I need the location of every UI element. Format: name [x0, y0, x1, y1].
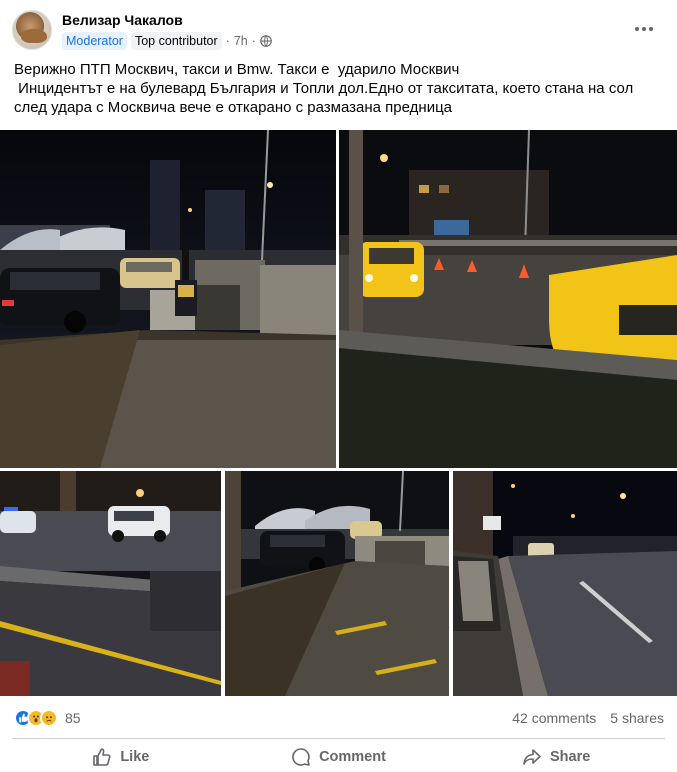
photo-3[interactable] [0, 471, 221, 696]
photo-1[interactable] [0, 130, 336, 468]
photo-gallery [0, 130, 677, 696]
actions-divider [12, 738, 665, 739]
post-meta: Moderator Top contributor · 7h · [62, 31, 272, 51]
post-body-text: Верижно ПТП Москвич, такси и Bmw. Такси … [14, 61, 634, 116]
thumbs-up-icon [93, 748, 111, 766]
moderator-badge[interactable]: Moderator [62, 32, 127, 50]
author-avatar[interactable] [12, 10, 52, 50]
reactions-count[interactable]: 85 [65, 710, 81, 726]
comment-button[interactable]: Comment [230, 742, 448, 772]
reactions-bar: 85 42 comments 5 shares [14, 706, 664, 730]
like-label: Like [120, 749, 150, 765]
post-header: Велизар Чакалов Moderator Top contributo… [0, 0, 677, 56]
shares-count[interactable]: 5 shares [610, 710, 664, 726]
meta-separator-2: · [251, 34, 256, 48]
globe-icon[interactable] [260, 35, 272, 47]
share-button[interactable]: Share [447, 742, 665, 772]
reaction-summary[interactable]: 85 [14, 709, 81, 727]
sad-reaction-icon [40, 709, 58, 727]
engagement-counts: 42 comments 5 shares [512, 710, 664, 726]
author-name[interactable]: Велизар Чакалов [62, 12, 183, 28]
reaction-icon-stack [14, 709, 58, 727]
photo-5[interactable] [453, 471, 677, 696]
meta-separator: · [225, 34, 230, 48]
post-time[interactable]: 7h [234, 34, 248, 48]
comments-count[interactable]: 42 comments [512, 710, 596, 726]
photo-2[interactable] [339, 130, 677, 468]
post-actions: Like Comment Share [12, 742, 665, 772]
more-options-icon[interactable] [626, 16, 662, 42]
like-button[interactable]: Like [12, 742, 230, 772]
share-label: Share [550, 749, 591, 765]
comment-label: Comment [319, 749, 386, 765]
photo-4[interactable] [225, 471, 449, 696]
top-contributor-badge[interactable]: Top contributor [130, 32, 222, 50]
comment-bubble-icon [292, 748, 310, 766]
share-arrow-icon [523, 749, 541, 765]
